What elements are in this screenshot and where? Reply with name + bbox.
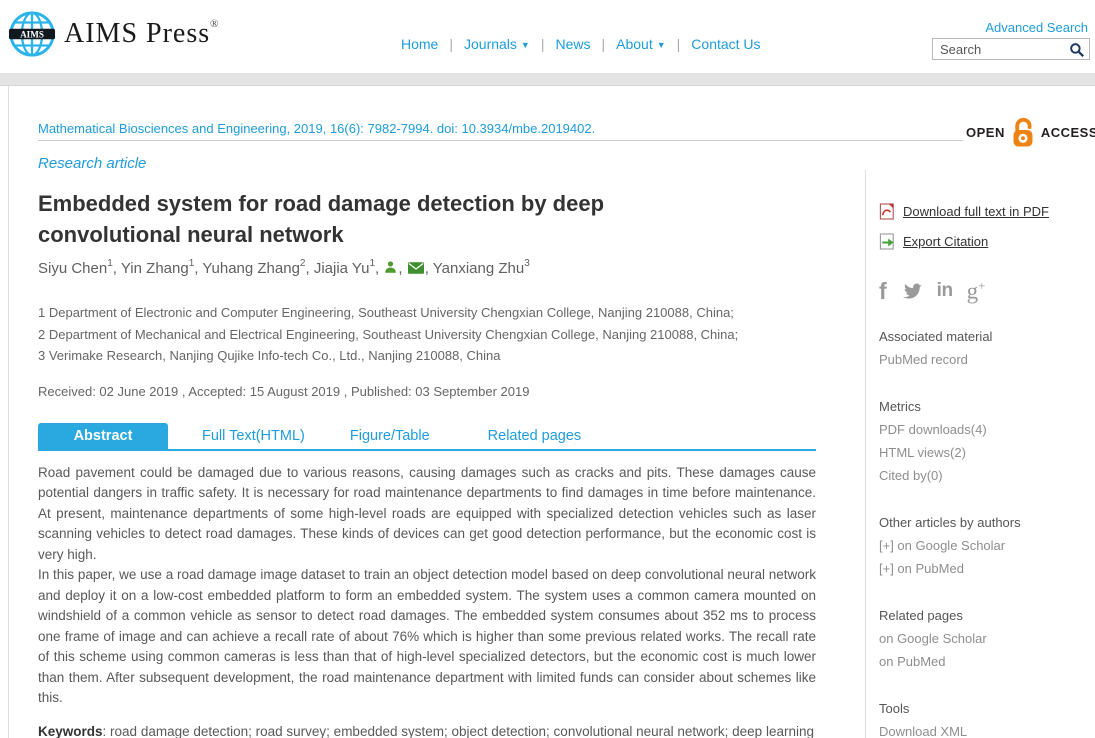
author-list: Siyu Chen1, Yin Zhang1, Yuhang Zhang2, J… bbox=[38, 259, 816, 277]
aims-press-logo[interactable]: AIMS AIMS Press ® bbox=[8, 10, 219, 58]
nav-about[interactable]: About▼ bbox=[616, 36, 666, 52]
dropdown-caret-icon: ▼ bbox=[521, 40, 530, 50]
sidebar-section-related-pages: Related pageson Google Scholaron PubMed bbox=[879, 604, 1093, 673]
abstract-section: Road pavement could be damaged due to va… bbox=[38, 463, 816, 709]
abstract-paragraph-2: In this paper, we use a road damage imag… bbox=[38, 565, 816, 709]
keywords-separator: : bbox=[103, 724, 111, 738]
site-header: AIMS AIMS Press ® Home | Journals▼ | News | Ab… bbox=[0, 0, 1095, 73]
affiliation-line: 1 Department of Electronic and Computer … bbox=[38, 302, 816, 324]
pdf-file-icon bbox=[879, 203, 895, 220]
social-share-row: f in g+ bbox=[879, 278, 1093, 304]
tab-related-pages[interactable]: Related pages bbox=[488, 423, 582, 449]
sidebar-section-tools: ToolsDownload XMLEmail to a friend bbox=[879, 697, 1093, 738]
tab-abstract[interactable]: Abstract bbox=[38, 423, 168, 449]
author-profile-icon[interactable] bbox=[384, 260, 397, 274]
sidebar-section-other-articles-by-authors: Other articles by authors[+] on Google S… bbox=[879, 511, 1093, 580]
sidebar-link-pubmed-record[interactable]: PubMed record bbox=[879, 348, 1093, 371]
affiliation-list: 1 Department of Electronic and Computer … bbox=[38, 302, 816, 367]
article-tabs: Abstract Full Text(HTML) Figure/Table Relat… bbox=[38, 423, 816, 451]
main-nav: Home | Journals▼ | News | About▼ | Contact Us bbox=[401, 36, 761, 52]
sidebar-section-title: Other articles by authors bbox=[879, 511, 1093, 534]
sidebar-link-html-views-2[interactable]: HTML views(2) bbox=[879, 441, 1093, 464]
logo-text: AIMS Press bbox=[64, 18, 210, 50]
download-pdf-link[interactable]: Download full text in PDF bbox=[903, 204, 1049, 219]
keywords-line: Keywords: road damage detection; road su… bbox=[38, 724, 816, 738]
nav-separator: | bbox=[449, 36, 453, 52]
header-divider-band bbox=[0, 73, 1095, 86]
journal-citation-link[interactable]: Mathematical Biosciences and Engineering… bbox=[38, 121, 816, 136]
nav-news[interactable]: News bbox=[555, 36, 590, 52]
nav-separator: | bbox=[541, 36, 545, 52]
sidebar-section-title: Metrics bbox=[879, 395, 1093, 418]
nav-home[interactable]: Home bbox=[401, 36, 438, 52]
citation-divider bbox=[38, 140, 963, 141]
open-access-badge: OPEN ACCESS bbox=[963, 114, 1095, 151]
search-input[interactable] bbox=[933, 39, 1069, 59]
nav-contact-us[interactable]: Contact Us bbox=[691, 36, 760, 52]
tab-full-text-html[interactable]: Full Text(HTML) bbox=[202, 423, 305, 449]
nav-journals[interactable]: Journals▼ bbox=[464, 36, 530, 52]
sidebar-link-on-pubmed[interactable]: [+] on PubMed bbox=[879, 557, 1093, 580]
nav-separator: | bbox=[677, 36, 681, 52]
article-sidebar: Download full text in PDF Export Citatio… bbox=[865, 170, 1093, 738]
facebook-icon[interactable]: f bbox=[879, 278, 887, 305]
export-citation-row[interactable]: Export Citation bbox=[879, 226, 1093, 256]
author-yuhang-zhang[interactable]: Yuhang Zhang2 bbox=[202, 260, 305, 277]
author-siyu-chen[interactable]: Siyu Chen1 bbox=[38, 260, 113, 277]
article-type-label: Research article bbox=[38, 155, 816, 172]
sidebar-link-pdf-downloads-4[interactable]: PDF downloads(4) bbox=[879, 418, 1093, 441]
aims-globe-icon: AIMS bbox=[8, 10, 56, 58]
sidebar-section-title: Associated material bbox=[879, 325, 1093, 348]
twitter-icon[interactable] bbox=[901, 282, 923, 300]
sidebar-link-on-pubmed[interactable]: on PubMed bbox=[879, 650, 1093, 673]
sidebar-section-associated-material: Associated materialPubMed record bbox=[879, 325, 1093, 371]
open-access-open-label: OPEN bbox=[966, 125, 1005, 140]
nav-separator: | bbox=[602, 36, 606, 52]
article-title: Embedded system for road damage detectio… bbox=[38, 188, 688, 250]
export-citation-link[interactable]: Export Citation bbox=[903, 234, 988, 249]
search-icon[interactable] bbox=[1069, 42, 1085, 58]
author-jiajia-yu[interactable]: Jiajia Yu1 bbox=[314, 260, 375, 277]
sidebar-link-cited-by-0[interactable]: Cited by(0) bbox=[879, 464, 1093, 487]
content-card: OPEN ACCESS Mathematical Biosciences and… bbox=[8, 86, 1095, 738]
sidebar-section-title: Related pages bbox=[879, 604, 1093, 627]
linkedin-icon[interactable]: in bbox=[937, 280, 953, 302]
keywords-text: road damage detection; road survey; embe… bbox=[110, 724, 814, 738]
google-plus-icon[interactable]: g+ bbox=[967, 278, 986, 305]
search-box bbox=[932, 38, 1090, 60]
page-root: AIMS AIMS Press ® Home | Journals▼ | News | Ab… bbox=[0, 0, 1095, 738]
sidebar-section-title: Tools bbox=[879, 697, 1093, 720]
article-dates: Received: 02 June 2019 , Accepted: 15 Au… bbox=[38, 384, 816, 399]
export-citation-icon bbox=[879, 233, 895, 250]
download-pdf-row[interactable]: Download full text in PDF bbox=[879, 196, 1093, 226]
advanced-search-link[interactable]: Advanced Search bbox=[985, 20, 1088, 35]
sidebar-link-on-google-scholar[interactable]: on Google Scholar bbox=[879, 627, 1093, 650]
affiliation-line: 3 Verimake Research, Nanjing Qujike Info… bbox=[38, 345, 816, 367]
sidebar-sections: Associated materialPubMed recordMetricsP… bbox=[879, 325, 1093, 738]
author-yin-zhang[interactable]: Yin Zhang1 bbox=[121, 260, 194, 277]
open-lock-icon bbox=[1010, 116, 1036, 149]
registered-mark: ® bbox=[210, 18, 218, 30]
email-author-icon[interactable] bbox=[408, 262, 424, 274]
abstract-paragraph-1: Road pavement could be damaged due to va… bbox=[38, 463, 816, 566]
keywords-label: Keywords bbox=[38, 724, 103, 738]
affiliation-line: 2 Department of Mechanical and Electrica… bbox=[38, 324, 816, 346]
dropdown-caret-icon: ▼ bbox=[657, 40, 666, 50]
svg-text:AIMS: AIMS bbox=[20, 30, 44, 40]
sidebar-link-download-xml[interactable]: Download XML bbox=[879, 720, 1093, 738]
author-yanxiang-zhu[interactable]: Yanxiang Zhu3 bbox=[433, 260, 530, 277]
article-main-column: Mathematical Biosciences and Engineering… bbox=[38, 86, 816, 738]
tab-figure-table[interactable]: Figure/Table bbox=[350, 423, 430, 449]
open-access-access-label: ACCESS bbox=[1041, 125, 1095, 140]
sidebar-link-on-google-scholar[interactable]: [+] on Google Scholar bbox=[879, 534, 1093, 557]
sidebar-section-metrics: MetricsPDF downloads(4)HTML views(2)Cite… bbox=[879, 395, 1093, 487]
